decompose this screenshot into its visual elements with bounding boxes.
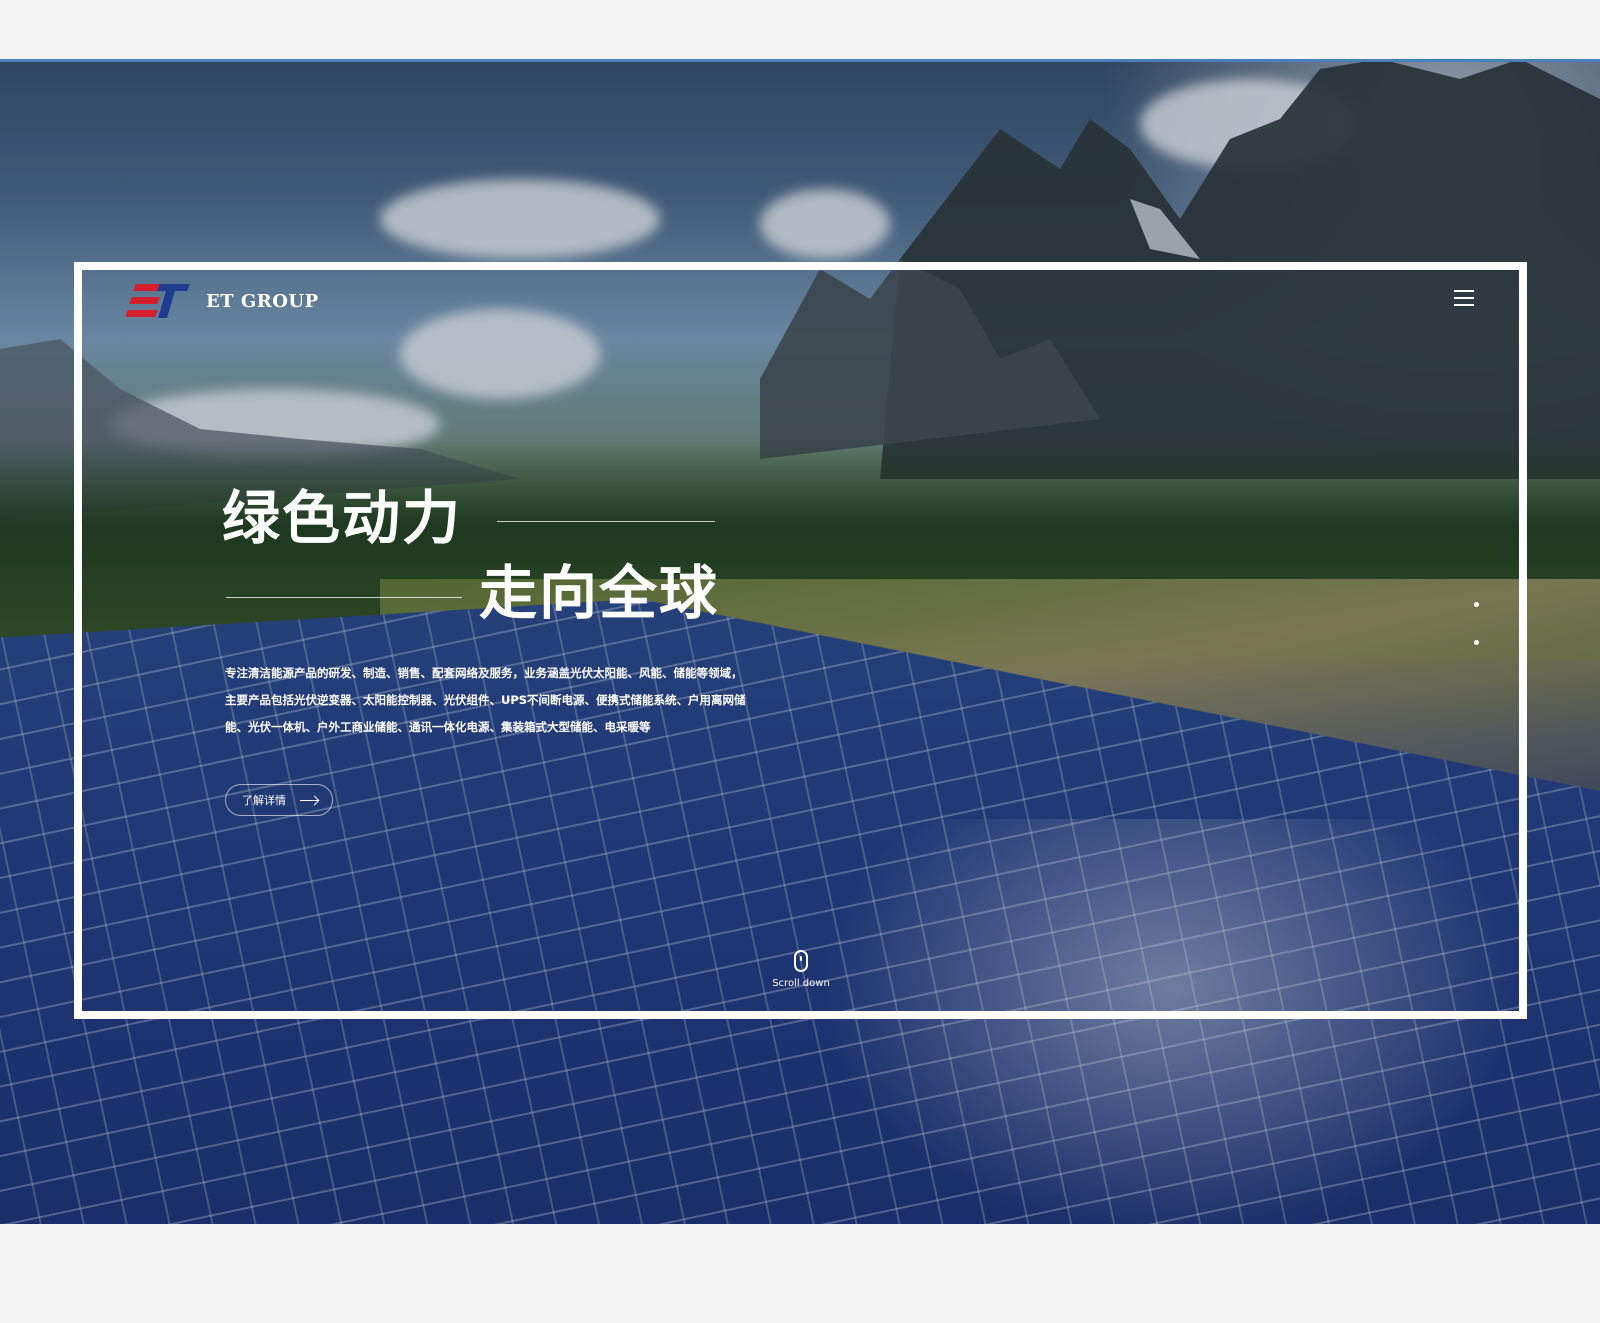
slide-dot-1[interactable]: [1474, 602, 1479, 607]
learn-more-button[interactable]: 了解详情: [225, 784, 333, 816]
site-logo[interactable]: ET GROUP: [125, 282, 319, 320]
learn-more-label: 了解详情: [242, 794, 286, 807]
arrow-right-icon: [300, 799, 318, 801]
scroll-down-label: Scroll down: [772, 978, 830, 989]
headline-line-1: 绿色动力: [222, 484, 463, 552]
company-description: 专注清洁能源产品的研发、制造、销售、配套网络及服务，业务涵盖光伏太阳能、风能、储…: [225, 666, 746, 734]
headline-divider-bottom: [226, 597, 462, 598]
scroll-down-indicator[interactable]: Scroll down: [766, 950, 836, 989]
headline-divider-top: [497, 521, 715, 522]
slide-dot-2[interactable]: [1474, 640, 1479, 645]
mouse-icon: [794, 950, 808, 972]
et-logo-icon: [125, 282, 192, 320]
hamburger-menu-icon[interactable]: [1454, 290, 1474, 310]
headline-line-2: 走向全球: [479, 559, 720, 627]
hero-frame: [74, 262, 1527, 1019]
top-accent-line: [0, 59, 1600, 62]
brand-name: ET GROUP: [206, 290, 319, 312]
